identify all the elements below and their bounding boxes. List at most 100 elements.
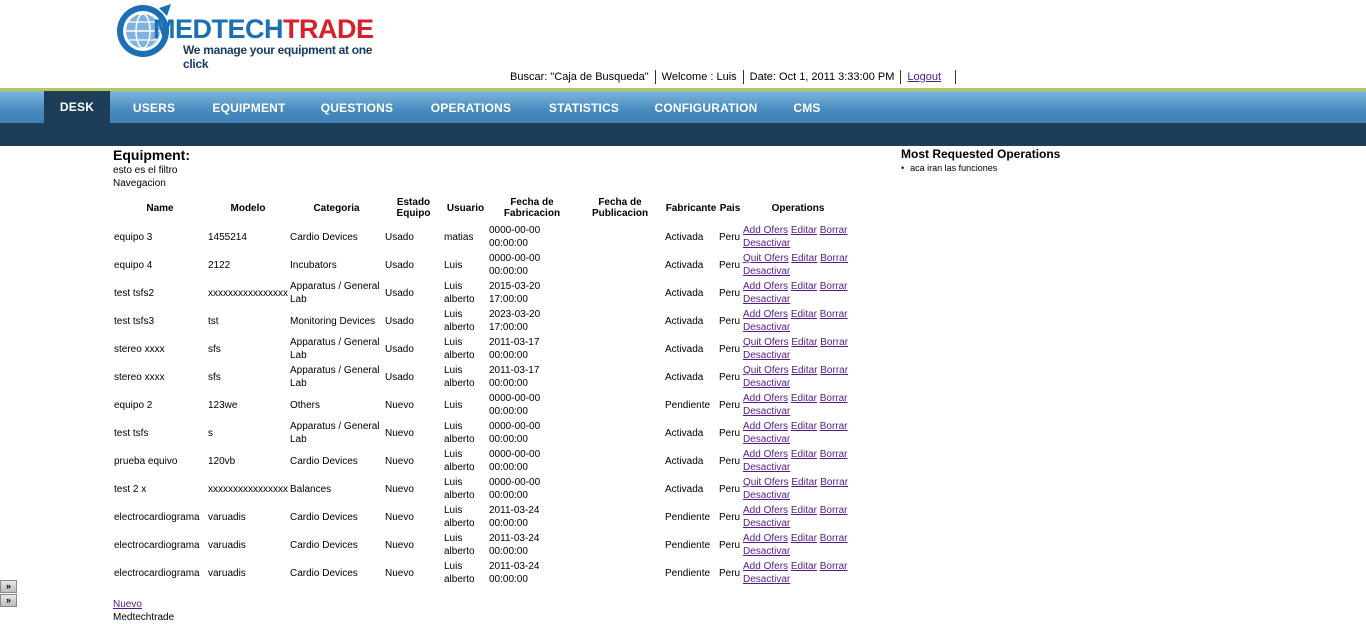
- table-row: electrocardiograma varuadis Cardio Devices…: [113, 503, 854, 531]
- delete-link[interactable]: Borrar: [820, 561, 848, 572]
- cell-name: test 2 x: [114, 483, 147, 495]
- cell-fecha-fab: 0000-00-00 00:00:00: [489, 477, 541, 501]
- delete-link[interactable]: Borrar: [820, 337, 848, 348]
- cell-categoria: Apparatus / General Lab: [290, 337, 380, 361]
- deactivate-link[interactable]: Desactivar: [743, 266, 790, 277]
- tab-equipment[interactable]: EQUIPMENT: [206, 91, 292, 123]
- deactivate-link[interactable]: Desactivar: [743, 350, 790, 361]
- edit-link[interactable]: Editar: [791, 225, 817, 236]
- offer-toggle-link[interactable]: Add Ofers: [743, 561, 788, 572]
- deactivate-link[interactable]: Desactivar: [743, 490, 790, 501]
- expand-button[interactable]: »: [0, 580, 17, 593]
- edit-link[interactable]: Editar: [791, 561, 817, 572]
- delete-link[interactable]: Borrar: [820, 225, 848, 236]
- cell-categoria: Others: [290, 399, 321, 411]
- table-row: equipo 4 2122 Incubators Usado Luis 0000-00-0…: [113, 251, 854, 279]
- cell-fabricante: Pendiente: [665, 511, 711, 523]
- cell-usuario: Luis alberto: [444, 337, 475, 361]
- tab-operations[interactable]: OPERATIONS: [424, 91, 518, 123]
- offer-toggle-link[interactable]: Add Ofers: [743, 225, 788, 236]
- edit-link[interactable]: Editar: [791, 365, 817, 376]
- equipment-panel: Equipment: esto es el filtro Navegacion …: [113, 147, 873, 587]
- offer-toggle-link[interactable]: Quit Ofers: [743, 365, 789, 376]
- logout-link[interactable]: Logout: [907, 71, 941, 83]
- cell-estado: Usado: [385, 259, 414, 271]
- delete-link[interactable]: Borrar: [820, 365, 848, 376]
- edit-link[interactable]: Editar: [791, 477, 817, 488]
- cell-modelo: varuadis: [208, 511, 246, 523]
- cell-operations: Add Ofers Editar Borrar Desactivar: [742, 223, 854, 251]
- cell-pais: Peru: [719, 287, 741, 299]
- cell-operations: Add Ofers Editar Borrar Desactivar: [742, 531, 854, 559]
- delete-link[interactable]: Borrar: [820, 281, 848, 292]
- new-link[interactable]: Nuevo: [113, 599, 142, 610]
- offer-toggle-link[interactable]: Add Ofers: [743, 449, 788, 460]
- tab-questions[interactable]: QUESTIONS: [316, 91, 398, 123]
- cell-pais: Peru: [719, 315, 741, 327]
- offer-toggle-link[interactable]: Add Ofers: [743, 421, 788, 432]
- cell-usuario: Luis alberto: [444, 309, 475, 333]
- edit-link[interactable]: Editar: [791, 337, 817, 348]
- tab-statistics[interactable]: STATISTICS: [542, 91, 626, 123]
- deactivate-link[interactable]: Desactivar: [743, 322, 790, 333]
- deactivate-link[interactable]: Desactivar: [743, 462, 790, 473]
- side-list: aca iran las funciones: [901, 163, 1201, 173]
- cell-operations: Quit Ofers Editar Borrar Desactivar: [742, 251, 854, 279]
- side-title: Most Requested Operations: [901, 147, 1061, 161]
- deactivate-link[interactable]: Desactivar: [743, 294, 790, 305]
- deactivate-link[interactable]: Desactivar: [743, 406, 790, 417]
- offer-toggle-link[interactable]: Add Ofers: [743, 309, 788, 320]
- tab-cms[interactable]: CMS: [786, 91, 828, 123]
- edit-link[interactable]: Editar: [791, 505, 817, 516]
- deactivate-link[interactable]: Desactivar: [743, 238, 790, 249]
- offer-toggle-link[interactable]: Add Ofers: [743, 393, 788, 404]
- edit-link[interactable]: Editar: [791, 533, 817, 544]
- delete-link[interactable]: Borrar: [820, 533, 848, 544]
- cell-estado: Usado: [385, 231, 414, 243]
- date-text: Date: Oct 1, 2011 3:33:00 PM: [744, 69, 902, 84]
- offer-toggle-link[interactable]: Quit Ofers: [743, 477, 789, 488]
- search-box-label[interactable]: Buscar: "Caja de Busqueda": [504, 69, 656, 84]
- logo[interactable]: MEDTECHTRADE We manage your equipment at…: [113, 0, 374, 71]
- tab-users[interactable]: USERS: [122, 91, 186, 123]
- deactivate-link[interactable]: Desactivar: [743, 518, 790, 529]
- offer-toggle-link[interactable]: Quit Ofers: [743, 253, 789, 264]
- offer-toggle-link[interactable]: Add Ofers: [743, 533, 788, 544]
- offer-toggle-link[interactable]: Add Ofers: [743, 505, 788, 516]
- cell-fabricante: Activada: [665, 315, 704, 327]
- edit-link[interactable]: Editar: [791, 281, 817, 292]
- cell-operations: Add Ofers Editar Borrar Desactivar: [742, 391, 854, 419]
- edit-link[interactable]: Editar: [791, 309, 817, 320]
- delete-link[interactable]: Borrar: [820, 309, 848, 320]
- cell-estado: Nuevo: [385, 539, 414, 551]
- delete-link[interactable]: Borrar: [820, 449, 848, 460]
- edit-link[interactable]: Editar: [791, 393, 817, 404]
- offer-toggle-link[interactable]: Quit Ofers: [743, 337, 789, 348]
- cell-usuario: Luis alberto: [444, 561, 475, 585]
- cell-modelo: varuadis: [208, 539, 246, 551]
- cell-name: equipo 4: [114, 259, 153, 271]
- cell-fabricante: Pendiente: [665, 399, 711, 411]
- cell-categoria: Cardio Devices: [290, 231, 358, 243]
- deactivate-link[interactable]: Desactivar: [743, 434, 790, 445]
- delete-link[interactable]: Borrar: [820, 505, 848, 516]
- expand-button-2[interactable]: »: [0, 594, 17, 607]
- tab-desk[interactable]: DESK: [44, 88, 110, 123]
- deactivate-link[interactable]: Desactivar: [743, 378, 790, 389]
- deactivate-link[interactable]: Desactivar: [743, 574, 790, 585]
- cell-modelo: sfs: [208, 343, 221, 355]
- delete-link[interactable]: Borrar: [820, 253, 848, 264]
- col-header-fabricante: Fabricante: [665, 202, 717, 214]
- table-row: stereo xxxx sfs Apparatus / General Lab Usa…: [113, 363, 854, 391]
- tab-configuration[interactable]: CONFIGURATION: [650, 91, 762, 123]
- delete-link[interactable]: Borrar: [820, 477, 848, 488]
- delete-link[interactable]: Borrar: [820, 393, 848, 404]
- cell-categoria: Apparatus / General Lab: [290, 281, 380, 305]
- offer-toggle-link[interactable]: Add Ofers: [743, 281, 788, 292]
- edit-link[interactable]: Editar: [791, 253, 817, 264]
- delete-link[interactable]: Borrar: [820, 421, 848, 432]
- cell-usuario: Luis alberto: [444, 281, 475, 305]
- edit-link[interactable]: Editar: [791, 449, 817, 460]
- deactivate-link[interactable]: Desactivar: [743, 546, 790, 557]
- edit-link[interactable]: Editar: [791, 421, 817, 432]
